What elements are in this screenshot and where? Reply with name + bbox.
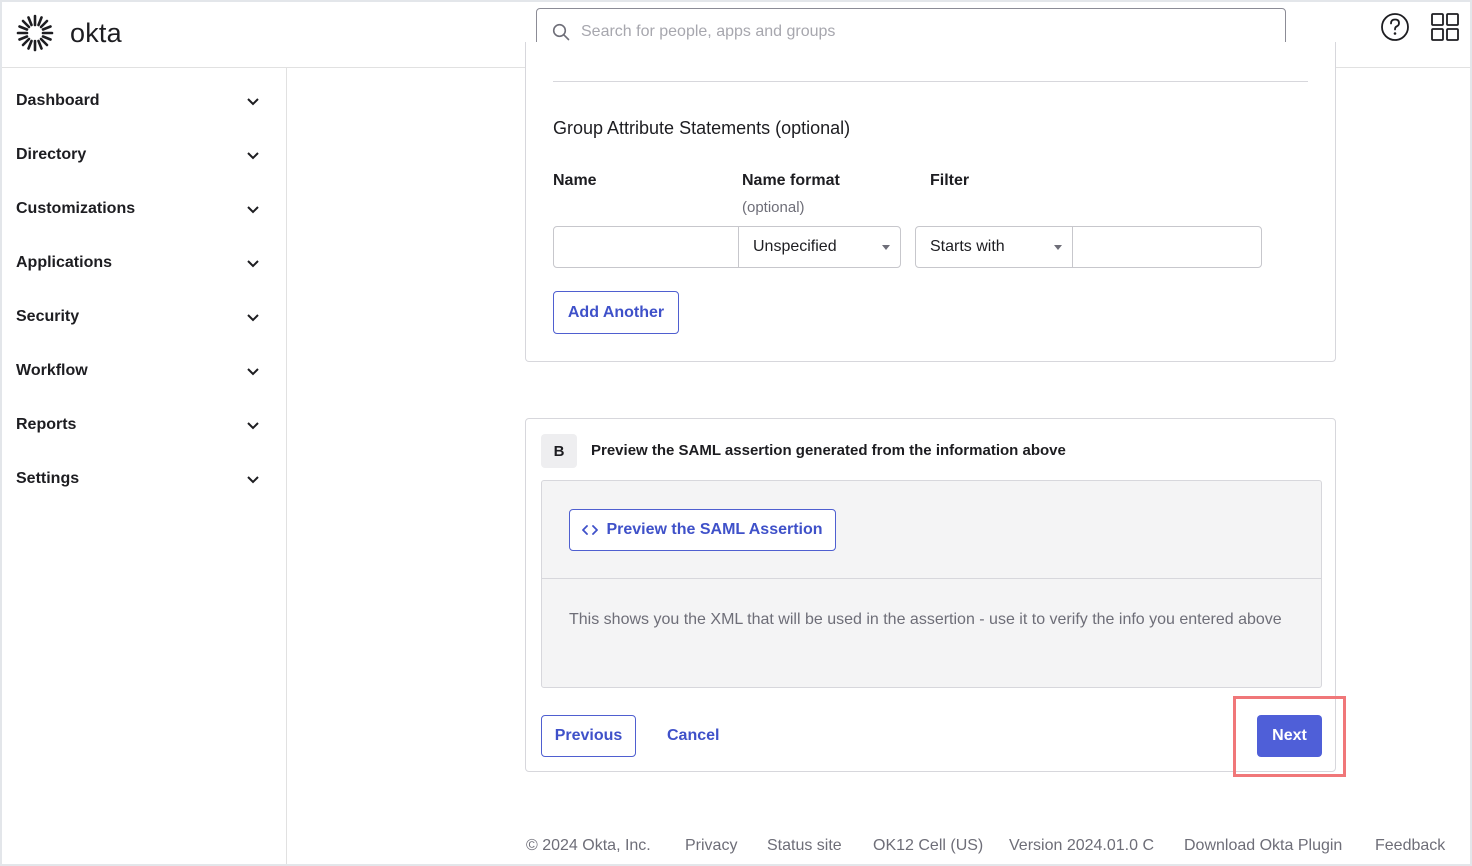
footer-status-link[interactable]: Status site [767, 837, 842, 855]
footer-privacy-link[interactable]: Privacy [685, 837, 737, 855]
add-another-button[interactable]: Add Another [553, 291, 679, 334]
sidebar-item-label: Customizations [16, 200, 136, 217]
sidebar-item-label: Dashboard [16, 92, 100, 109]
step-badge: B [541, 434, 577, 468]
help-circle-icon[interactable] [1380, 12, 1410, 42]
preview-description: This shows you the XML that will be used… [569, 611, 1282, 628]
chevron-down-icon [247, 422, 259, 430]
preview-saml-button-label: Preview the SAML Assertion [606, 521, 823, 538]
sidebar-item-applications[interactable]: Applications [16, 248, 266, 278]
logo-wordmark: okta [70, 17, 122, 48]
search-icon [552, 23, 570, 41]
footer-version: Version 2024.01.0 C [1009, 837, 1154, 854]
footer-feedback-link[interactable]: Feedback [1375, 837, 1445, 855]
chevron-down-icon [247, 98, 259, 106]
dropdown-caret-icon [1054, 245, 1062, 250]
chevron-down-icon [247, 476, 259, 484]
name-format-optional-hint: (optional) [742, 199, 805, 216]
name-format-value: Unspecified [753, 238, 837, 255]
next-button[interactable]: Next [1257, 715, 1322, 757]
group-attributes-title: Group Attribute Statements (optional) [553, 118, 851, 138]
sidebar-item-label: Applications [16, 254, 113, 271]
cancel-link[interactable]: Cancel [667, 727, 719, 745]
app-window: okta Dashboard [0, 0, 1472, 866]
footer-cell: OK12 Cell (US) [873, 837, 984, 854]
group-attribute-name-input[interactable] [553, 226, 739, 268]
sidebar-item-workflow[interactable]: Workflow [16, 356, 266, 386]
okta-logo[interactable]: okta [16, 14, 122, 52]
chevron-down-icon [247, 152, 259, 160]
sidebar-nav: Dashboard Directory Customizations Appli… [2, 68, 287, 864]
name-column-header: Name [553, 172, 597, 189]
footer-plugin-link[interactable]: Download Okta Plugin [1184, 837, 1342, 855]
chevron-down-icon [247, 260, 259, 268]
filter-value-input[interactable] [1072, 226, 1262, 268]
sidebar-item-settings[interactable]: Settings [16, 464, 266, 494]
filter-type-select[interactable]: Starts with [915, 226, 1073, 268]
sidebar-item-label: Reports [16, 416, 77, 433]
name-format-column-header: Name format [742, 172, 840, 189]
code-brackets-icon [582, 525, 599, 535]
sidebar-item-reports[interactable]: Reports [16, 410, 266, 440]
chevron-down-icon [247, 314, 259, 322]
sidebar-item-directory[interactable]: Directory [16, 140, 266, 170]
section-divider [553, 81, 1308, 82]
footer-copyright: © 2024 Okta, Inc. [526, 837, 651, 854]
dropdown-caret-icon [882, 245, 890, 250]
sidebar-item-label: Security [16, 308, 80, 325]
preview-step-title: Preview the SAML assertion generated fro… [591, 442, 1066, 459]
filter-type-value: Starts with [930, 238, 1005, 255]
sidebar-item-label: Directory [16, 146, 87, 163]
preview-divider [541, 578, 1322, 579]
chevron-down-icon [247, 206, 259, 214]
okta-sunburst-icon [16, 14, 54, 52]
grid-apps-icon[interactable] [1430, 12, 1460, 42]
sidebar-item-label: Workflow [16, 362, 88, 379]
sidebar-item-label: Settings [16, 470, 80, 487]
name-format-select[interactable]: Unspecified [738, 226, 901, 268]
chevron-down-icon [247, 368, 259, 376]
sidebar-item-dashboard[interactable]: Dashboard [16, 86, 266, 116]
sidebar-item-customizations[interactable]: Customizations [16, 194, 266, 224]
previous-button[interactable]: Previous [541, 715, 636, 757]
filter-column-header: Filter [930, 172, 970, 189]
sidebar-item-security[interactable]: Security [16, 302, 266, 332]
preview-saml-button[interactable]: Preview the SAML Assertion [569, 509, 836, 551]
